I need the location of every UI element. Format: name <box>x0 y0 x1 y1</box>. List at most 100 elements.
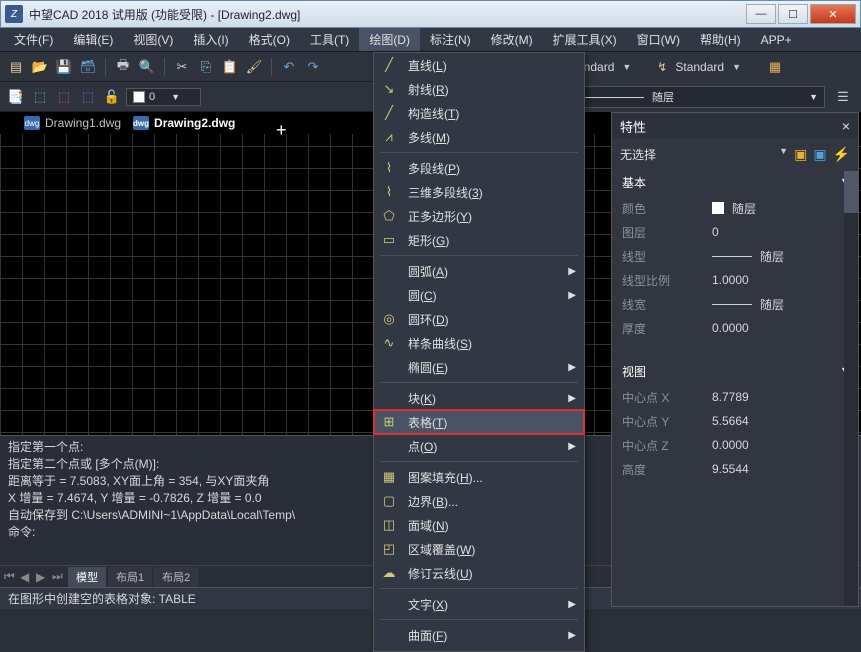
draw-menu-item[interactable]: 圆弧(A)▶ <box>374 259 584 283</box>
menu-绘图D[interactable]: 绘图(D) <box>359 28 420 51</box>
properties-row[interactable]: 颜色随层 <box>612 196 858 220</box>
close-button[interactable]: ✕ <box>810 4 856 24</box>
properties-row[interactable]: 厚度0.0000 <box>612 316 858 340</box>
undo-icon[interactable]: ↶ <box>279 57 299 77</box>
draw-item-label: 直线(L) <box>408 57 447 74</box>
menu-工具T[interactable]: 工具(T) <box>300 28 359 51</box>
tab-nav-next[interactable]: ▶ <box>36 570 50 584</box>
properties-row[interactable]: 中心点 Z0.0000 <box>612 433 858 457</box>
doc-tab[interactable]: dwgDrawing2.dwg <box>133 116 235 130</box>
draw-menu-item[interactable]: 曲面(F)▶ <box>374 623 584 647</box>
properties-close-icon[interactable]: × <box>842 118 850 134</box>
pickadd-icon[interactable]: ▣ <box>813 146 826 163</box>
draw-menu-item[interactable]: ▭矩形(G) <box>374 228 584 252</box>
minimize-button[interactable]: — <box>746 4 776 24</box>
layer-state-icon[interactable]: ⬚ <box>30 87 50 107</box>
draw-menu-item[interactable]: 圆(C)▶ <box>374 283 584 307</box>
draw-item-icon <box>380 286 398 304</box>
cut-icon[interactable]: ✂ <box>172 57 192 77</box>
properties-row[interactable]: 高度9.5544 <box>612 457 858 481</box>
draw-menu-item[interactable]: ⩘多线(M) <box>374 125 584 149</box>
table-style-icon[interactable]: ▦ <box>765 57 785 77</box>
paste-icon[interactable]: 📋 <box>220 57 240 77</box>
saveall-icon[interactable]: 🗃 <box>78 57 98 77</box>
submenu-arrow-icon: ▶ <box>568 630 576 641</box>
match-icon[interactable]: 🖌 <box>244 57 264 77</box>
draw-menu-item[interactable]: 点(O)▶ <box>374 434 584 458</box>
draw-item-label: 三维多段线(3) <box>408 184 483 201</box>
menu-插入I[interactable]: 插入(I) <box>183 28 238 51</box>
properties-row[interactable]: 图层0 <box>612 220 858 244</box>
draw-menu-item[interactable]: ▦图案填充(H)... <box>374 465 584 489</box>
draw-item-icon <box>380 389 398 407</box>
draw-menu-item[interactable]: ⌇三维多段线(3) <box>374 180 584 204</box>
qselect-icon[interactable]: ▣ <box>794 146 807 163</box>
open-icon[interactable]: 📂 <box>30 57 50 77</box>
properties-section-header[interactable]: 基本▾ <box>612 169 858 196</box>
draw-menu-item[interactable]: ⌇多段线(P) <box>374 156 584 180</box>
draw-item-label: 正多边形(Y) <box>408 208 472 225</box>
draw-menu-item[interactable]: 块(K)▶ <box>374 386 584 410</box>
draw-menu-item[interactable]: ☁修订云线(U) <box>374 561 584 585</box>
layer-select[interactable]: 0 ▼ <box>126 88 201 106</box>
draw-menu-item[interactable]: ◰区域覆盖(W) <box>374 537 584 561</box>
submenu-arrow-icon: ▶ <box>568 599 576 610</box>
draw-item-icon: ▦ <box>380 468 398 486</box>
tab-nav-last[interactable]: ⏭ <box>52 569 66 584</box>
tab-nav-prev[interactable]: ◀ <box>20 570 34 584</box>
draw-menu-item[interactable]: ∿样条曲线(S) <box>374 331 584 355</box>
layout-tab[interactable]: 布局1 <box>108 567 152 587</box>
layer-manager-icon[interactable]: 📑 <box>6 87 26 107</box>
properties-row[interactable]: 线宽随层 <box>612 292 858 316</box>
status-text: 在图形中创建空的表格对象: TABLE <box>8 590 196 607</box>
layout-tab[interactable]: 模型 <box>68 567 106 587</box>
properties-scrollbar[interactable] <box>844 171 858 606</box>
draw-menu-item[interactable]: ╱构造线(T) <box>374 101 584 125</box>
layer-freeze-icon[interactable]: ⬚ <box>78 87 98 107</box>
copy-icon[interactable]: ⎘ <box>196 57 216 77</box>
draw-item-label: 边界(B)... <box>408 493 458 510</box>
properties-row[interactable]: 中心点 X8.7789 <box>612 385 858 409</box>
menu-APP+[interactable]: APP+ <box>751 30 802 50</box>
tab-nav-first[interactable]: ⏮ <box>4 569 18 584</box>
draw-menu-item[interactable]: ◎圆环(D) <box>374 307 584 331</box>
menu-格式O[interactable]: 格式(O) <box>239 28 300 51</box>
linetype-manager-icon[interactable]: ☰ <box>833 87 853 107</box>
menu-窗口W[interactable]: 窗口(W) <box>627 28 690 51</box>
menu-文件F[interactable]: 文件(F) <box>4 28 63 51</box>
layer-lock-icon[interactable]: 🔓 <box>102 87 122 107</box>
draw-menu-item[interactable]: ╱直线(L) <box>374 53 584 77</box>
redo-icon[interactable]: ↷ <box>303 57 323 77</box>
properties-row[interactable]: 线型比例1.0000 <box>612 268 858 292</box>
menu-视图V[interactable]: 视图(V) <box>123 28 183 51</box>
draw-item-icon: ╱ <box>380 104 398 122</box>
draw-menu-item[interactable]: ⊞表格(T) <box>374 410 584 434</box>
menu-标注N[interactable]: 标注(N) <box>420 28 481 51</box>
new-icon[interactable]: ▤ <box>6 57 26 77</box>
linetype-select[interactable]: 随层 ▼ <box>577 86 825 108</box>
doc-tab[interactable]: dwgDrawing1.dwg <box>24 116 121 130</box>
menu-扩展工具X[interactable]: 扩展工具(X) <box>543 28 627 51</box>
properties-row[interactable]: 中心点 Y5.5664 <box>612 409 858 433</box>
menu-帮助H[interactable]: 帮助(H) <box>690 28 751 51</box>
preview-icon[interactable]: 🔍 <box>137 57 157 77</box>
draw-menu-item[interactable]: ⬠正多边形(Y) <box>374 204 584 228</box>
save-icon[interactable]: 💾 <box>54 57 74 77</box>
print-icon[interactable]: 🖶 <box>113 57 133 77</box>
draw-item-label: 修订云线(U) <box>408 565 473 582</box>
properties-section-header[interactable]: 视图▾ <box>612 358 858 385</box>
draw-item-label: 圆环(D) <box>408 311 449 328</box>
properties-row[interactable]: 线型随层 <box>612 244 858 268</box>
draw-menu-item[interactable]: ▢边界(B)... <box>374 489 584 513</box>
menu-修改M[interactable]: 修改(M) <box>481 28 543 51</box>
draw-menu-item[interactable]: 文字(X)▶ <box>374 592 584 616</box>
layer-iso-icon[interactable]: ⬚ <box>54 87 74 107</box>
maximize-button[interactable]: ☐ <box>778 4 808 24</box>
quickcalc-icon[interactable]: ⚡ <box>833 146 850 163</box>
menu-编辑E[interactable]: 编辑(E) <box>63 28 123 51</box>
menubar: 文件(F)编辑(E)视图(V)插入(I)格式(O)工具(T)绘图(D)标注(N)… <box>0 28 861 52</box>
draw-menu-item[interactable]: 椭圆(E)▶ <box>374 355 584 379</box>
draw-menu-item[interactable]: ↘射线(R) <box>374 77 584 101</box>
layout-tab[interactable]: 布局2 <box>154 567 198 587</box>
draw-menu-item[interactable]: ◫面域(N) <box>374 513 584 537</box>
